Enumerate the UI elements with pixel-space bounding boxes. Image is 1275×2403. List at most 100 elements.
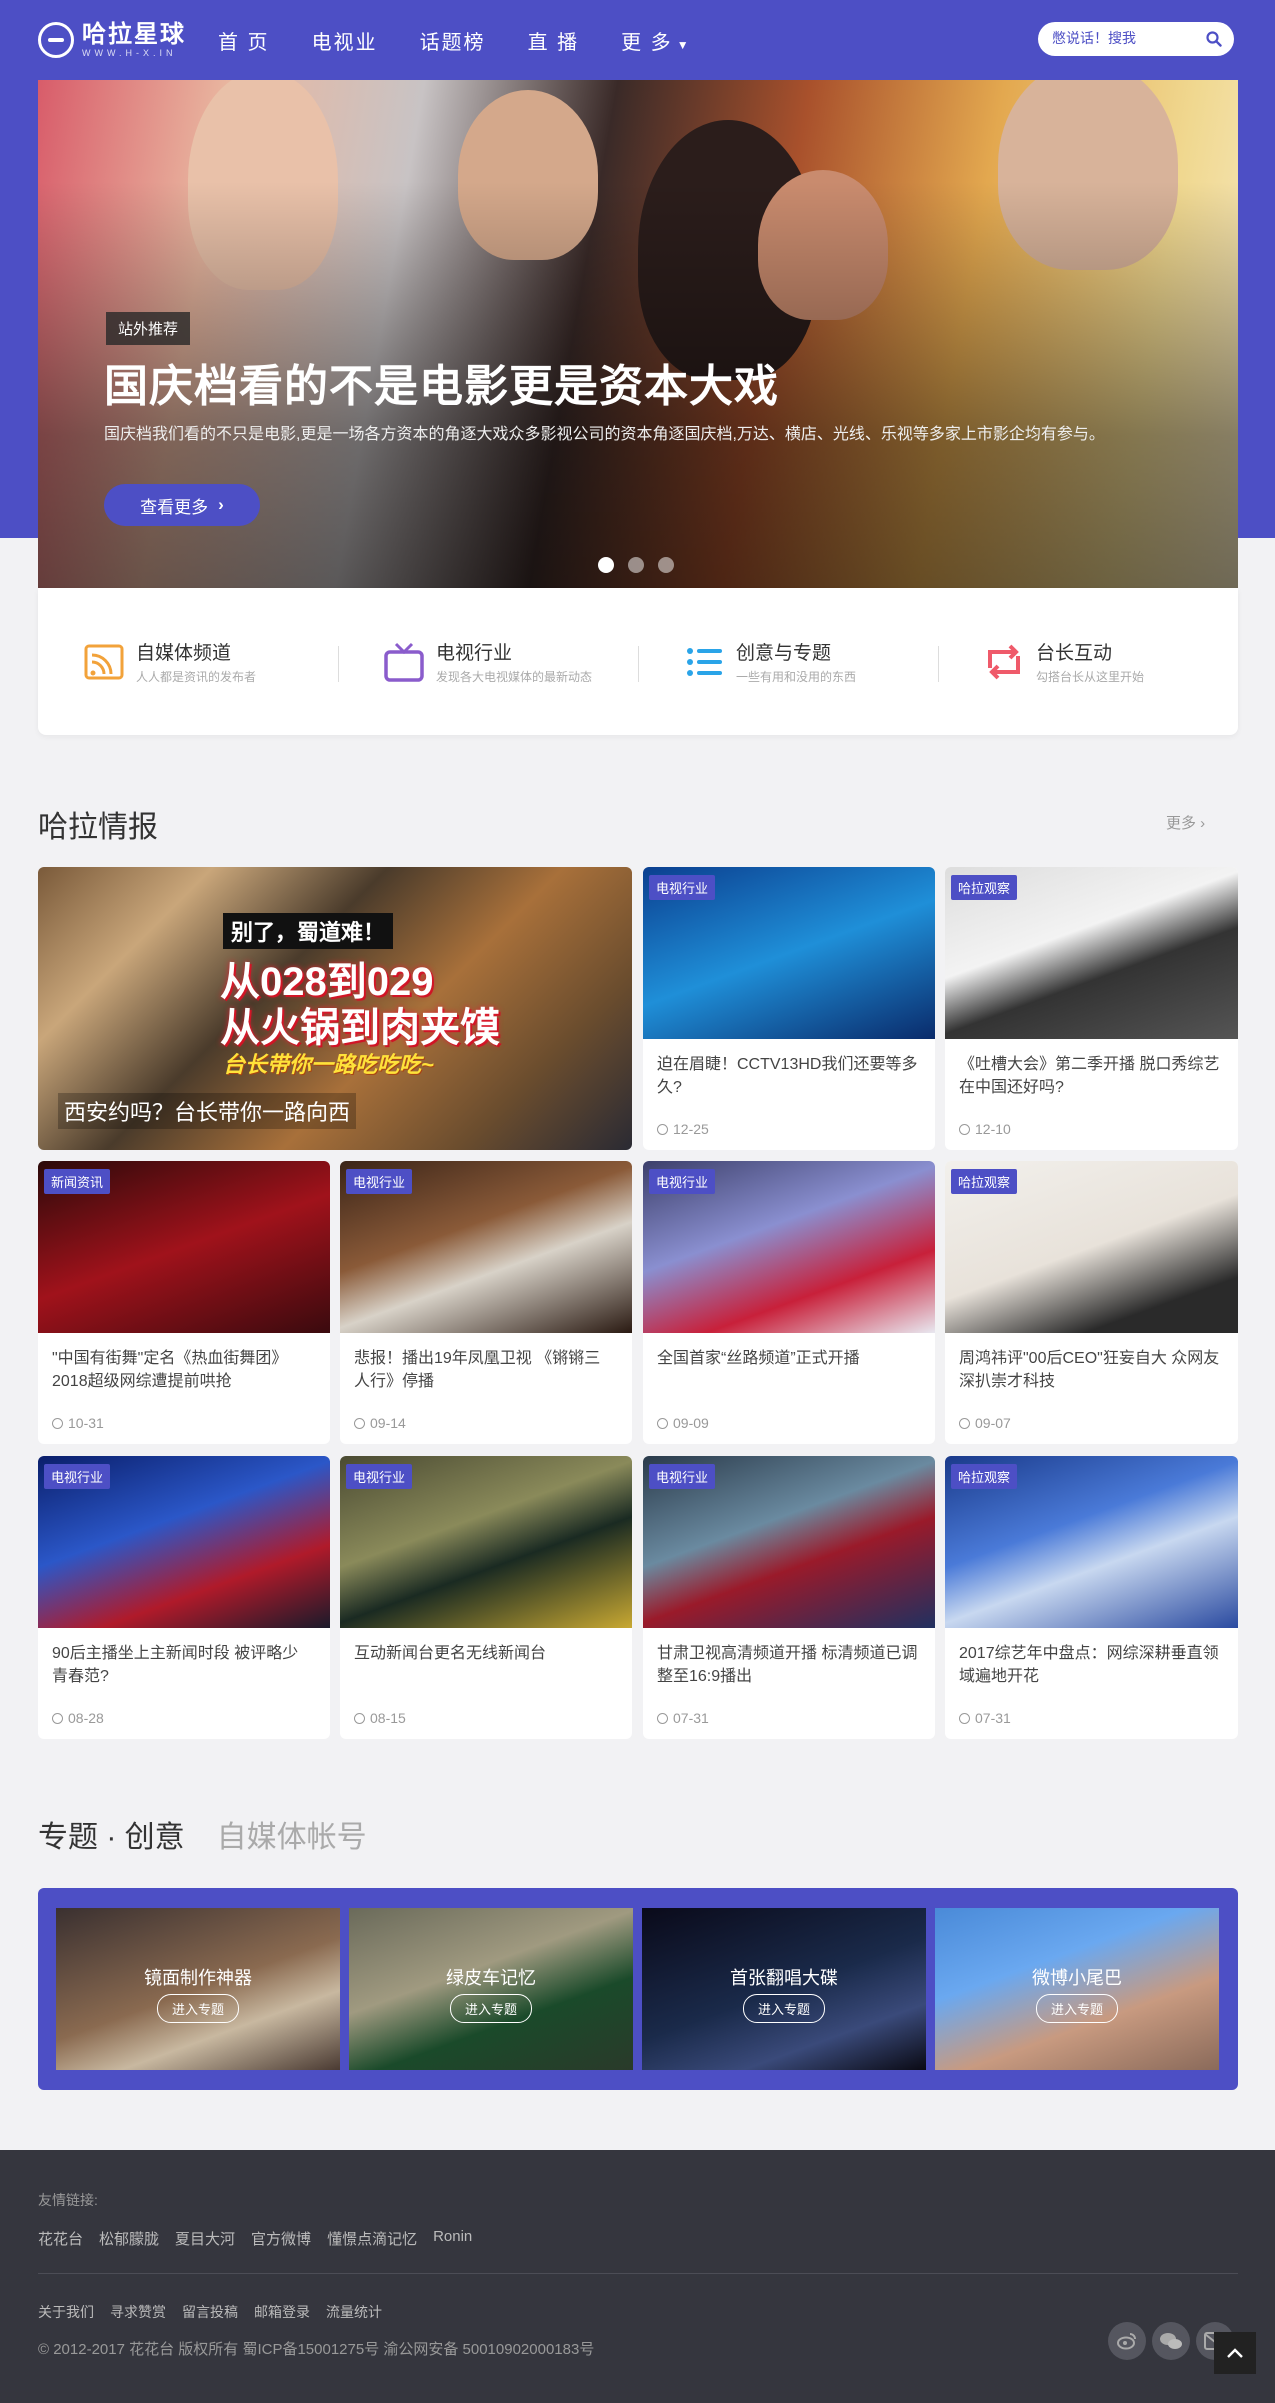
footer-link-mail[interactable]: 邮箱登录 — [254, 2302, 310, 2322]
rss-icon — [84, 644, 124, 679]
topic-card[interactable]: 首张翻唱大碟 进入专题 — [642, 1908, 926, 2070]
nav-tv-industry[interactable]: 电视业 — [312, 26, 378, 55]
feature-self-media[interactable]: 自媒体频道 人人都是资讯的发布者 — [38, 588, 338, 735]
nav-more[interactable]: 更 多 ▼ — [621, 26, 690, 55]
nav-live[interactable]: 直 播 — [528, 26, 580, 55]
category-badge: 哈拉观察 — [951, 1169, 1018, 1194]
feature-subtitle: 发现各大电视媒体的最新动态 — [436, 670, 593, 684]
news-card[interactable]: 哈拉观察 周鸿祎评"00后CEO"狂妄自大 众网友深扒崇才科技 09-07 — [945, 1161, 1238, 1444]
carousel-dot-3[interactable] — [658, 557, 674, 573]
logo-icon — [38, 22, 74, 58]
news-date: 09-14 — [354, 1415, 406, 1431]
page-footer — [0, 2150, 1275, 2403]
more-link[interactable]: 更多 › — [1166, 812, 1205, 833]
news-title[interactable]: 互动新闻台更名无线新闻台 — [354, 1642, 616, 1665]
friend-link[interactable]: 懂憬点滴记忆 — [327, 2228, 417, 2249]
banner-tag: 站外推荐 — [106, 312, 191, 345]
topic-tabs: 专题 · 创意 自媒体帐号 — [38, 1812, 399, 1856]
news-card[interactable]: 电视行业 甘肃卫视高清频道开播 标清频道已调整至16:9播出 07-31 — [643, 1456, 935, 1739]
news-thumbnail: 电视行业 — [38, 1456, 330, 1628]
nav-topics[interactable]: 话题榜 — [420, 26, 486, 55]
nav-home[interactable]: 首 页 — [218, 26, 270, 55]
news-date-value: 08-28 — [68, 1710, 104, 1726]
topic-card[interactable]: 微博小尾巴 进入专题 — [935, 1908, 1219, 2070]
enter-topic-button[interactable]: 进入专题 — [449, 1994, 533, 2023]
news-section-title: 哈拉情报 — [38, 811, 158, 844]
friend-link[interactable]: 夏目大河 — [175, 2228, 235, 2249]
friend-link[interactable]: Ronin — [433, 2228, 472, 2249]
copyright: © 2012-2017 花花台 版权所有 蜀ICP备15001275号 渝公网安… — [38, 2341, 595, 2358]
news-title[interactable]: 90后主播坐上主新闻时段 被评略少青春范? — [52, 1642, 314, 1688]
feature-title: 台长互动 — [1036, 643, 1113, 664]
news-title[interactable]: 2017综艺年中盘点：网综深耕垂直领域遍地开花 — [959, 1642, 1221, 1688]
feature-interaction[interactable]: 台长互动 勾搭台长从这里开始 — [938, 588, 1238, 735]
site-logo[interactable]: 哈拉星球 WWW.H-X.IN — [38, 22, 186, 58]
friend-link[interactable]: 花花台 — [38, 2228, 83, 2249]
feature-tv-industry[interactable]: 电视行业 发现各大电视媒体的最新动态 — [338, 588, 638, 735]
friend-link[interactable]: 松郁朦胧 — [99, 2228, 159, 2249]
logo-url: WWW.H-X.IN — [82, 48, 177, 58]
caret-down-icon: ▼ — [676, 38, 691, 52]
feature-row: 自媒体频道 人人都是资讯的发布者 电视行业 发现各大电视媒体的最新动态 创意与专题一… — [38, 588, 1238, 735]
news-date: 09-09 — [657, 1415, 709, 1431]
feature-subtitle: 人人都是资讯的发布者 — [136, 670, 257, 684]
news-title[interactable]: 全国首家“丝路频道”正式开播 — [657, 1347, 919, 1370]
clock-icon — [959, 1713, 970, 1724]
carousel-dot-1[interactable] — [598, 557, 614, 573]
tab-self-media[interactable]: 自媒体帐号 — [217, 1812, 367, 1856]
news-title[interactable]: 《吐槽大会》第二季开播 脱口秀综艺在中国还好吗? — [959, 1053, 1221, 1099]
view-more-button[interactable]: 查看更多 › — [104, 484, 260, 526]
topic-card[interactable]: 镜面制作神器 进入专题 — [56, 1908, 340, 2070]
enter-topic-button[interactable]: 进入专题 — [1035, 1994, 1119, 2023]
news-card[interactable]: 电视行业 互动新闻台更名无线新闻台 08-15 — [340, 1456, 632, 1739]
news-card[interactable]: 电视行业 全国首家“丝路频道”正式开播 09-09 — [643, 1161, 935, 1444]
list-icon — [687, 647, 722, 676]
topic-card[interactable]: 绿皮车记忆 进入专题 — [349, 1908, 633, 2070]
enter-topic-button[interactable]: 进入专题 — [156, 1994, 240, 2023]
clock-icon — [657, 1418, 668, 1429]
search-box — [1038, 22, 1234, 56]
footer-link-about[interactable]: 关于我们 — [38, 2302, 94, 2322]
featured-caption: 西安约吗？台长带你一路向西 — [58, 1093, 357, 1129]
clock-icon — [52, 1713, 63, 1724]
carousel-dot-2[interactable] — [628, 557, 644, 573]
enter-topic-button[interactable]: 进入专题 — [742, 1994, 826, 2023]
category-badge: 电视行业 — [649, 875, 716, 900]
friend-link[interactable]: 官方微博 — [251, 2228, 311, 2249]
back-to-top-button[interactable] — [1214, 2332, 1256, 2374]
news-title[interactable]: 悲报！播出19年凤凰卫视 《锵锵三人行》停播 — [354, 1347, 616, 1393]
chevron-right-icon: › — [218, 495, 224, 514]
search-input[interactable] — [1052, 30, 1202, 46]
tab-topics[interactable]: 专题 · 创意 — [38, 1812, 185, 1856]
banner-title[interactable]: 国庆档看的不是电影更是资本大戏 — [104, 350, 779, 414]
news-date: 07-31 — [657, 1710, 709, 1726]
news-card[interactable]: 电视行业 迫在眉睫！CCTV13HD我们还要等多久? 12-25 — [643, 867, 935, 1150]
news-card[interactable]: 哈拉观察 2017综艺年中盘点：网综深耕垂直领域遍地开花 07-31 — [945, 1456, 1238, 1739]
category-badge: 哈拉观察 — [951, 1464, 1018, 1489]
friend-links: 花花台 松郁朦胧 夏目大河 官方微博 懂憬点滴记忆 Ronin — [38, 2228, 488, 2249]
news-title[interactable]: 甘肃卫视高清频道开播 标清频道已调整至16:9播出 — [657, 1642, 919, 1688]
news-thumbnail: 电视行业 — [340, 1456, 632, 1628]
footer-link-submit[interactable]: 留言投稿 — [182, 2302, 238, 2322]
news-card[interactable]: 电视行业 悲报！播出19年凤凰卫视 《锵锵三人行》停播 09-14 — [340, 1161, 632, 1444]
topic-title: 镜面制作神器 — [144, 1968, 252, 1988]
news-date-value: 07-31 — [673, 1710, 709, 1726]
news-card[interactable]: 新闻资讯 "中国有街舞"定名《热血街舞团》2018超级网综遭提前哄抢 10-31 — [38, 1161, 330, 1444]
view-more-label: 查看更多 — [140, 497, 209, 517]
news-title[interactable]: 周鸿祎评"00后CEO"狂妄自大 众网友深扒崇才科技 — [959, 1347, 1221, 1393]
clock-icon — [657, 1124, 668, 1135]
news-title[interactable]: 迫在眉睫！CCTV13HD我们还要等多久? — [657, 1053, 919, 1099]
footer-link-stats[interactable]: 流量统计 — [326, 2302, 382, 2322]
hero-banner[interactable]: 站外推荐 国庆档看的不是电影更是资本大戏 国庆档我们看的不只是电影,更是一场各方… — [38, 80, 1238, 588]
news-title[interactable]: "中国有街舞"定名《热血街舞团》2018超级网综遭提前哄抢 — [52, 1347, 314, 1393]
footer-link-donate[interactable]: 寻求赞赏 — [110, 2302, 166, 2322]
repeat-icon — [988, 644, 1020, 679]
wechat-icon[interactable] — [1152, 2322, 1190, 2360]
featured-news-card[interactable]: 别了，蜀道难！ 从028到029 从火锅到肉夹馍 台长带你一路吃吃吃~ 西安约吗… — [38, 867, 632, 1150]
category-badge: 电视行业 — [346, 1169, 413, 1194]
feature-creative[interactable]: 创意与专题 一些有用和没用的东西 — [638, 588, 938, 735]
news-card[interactable]: 哈拉观察 《吐槽大会》第二季开播 脱口秀综艺在中国还好吗? 12-10 — [945, 867, 1238, 1150]
news-card[interactable]: 电视行业 90后主播坐上主新闻时段 被评略少青春范? 08-28 — [38, 1456, 330, 1739]
search-icon[interactable] — [1206, 31, 1222, 47]
weibo-icon[interactable] — [1108, 2322, 1146, 2360]
